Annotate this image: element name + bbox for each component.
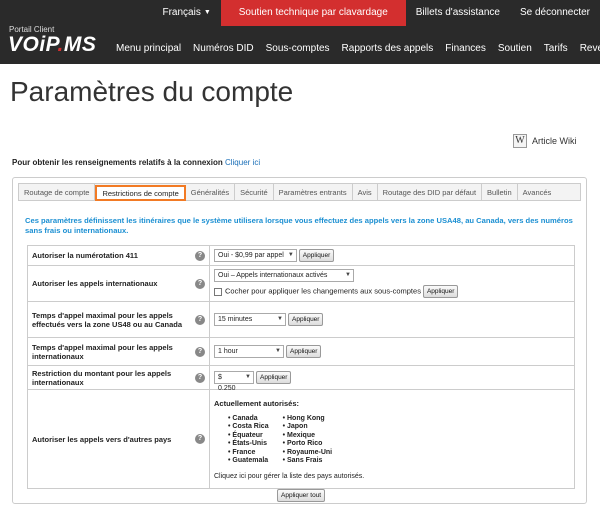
restrictions-table: Autoriser la numérotation 411? Oui - $0,… bbox=[27, 245, 575, 489]
chevron-down-icon: ▼ bbox=[245, 374, 251, 380]
help-icon[interactable]: ? bbox=[195, 434, 205, 444]
caret-down-icon: ▼ bbox=[203, 9, 211, 16]
tab-securite[interactable]: Sécurité bbox=[235, 184, 274, 200]
logout-link[interactable]: Se déconnecter bbox=[510, 0, 600, 26]
chevron-down-icon: ▼ bbox=[277, 316, 283, 322]
list-item: Sans Frais bbox=[283, 457, 333, 466]
nav-rapports-appels[interactable]: Rapports des appels bbox=[336, 38, 440, 60]
nav-revendeur[interactable]: Revendeur bbox=[574, 38, 600, 60]
chevron-down-icon: ▼ bbox=[345, 272, 351, 278]
table-row: Temps d'appel maximal pour les appels ef… bbox=[27, 301, 575, 338]
list-item: Costa Rica bbox=[228, 423, 268, 432]
tab-parametres-entrants[interactable]: Paramètres entrants bbox=[274, 184, 353, 200]
list-item: Mexique bbox=[283, 432, 333, 441]
list-item: États-Unis bbox=[228, 440, 269, 449]
nav-numeros-did[interactable]: Numéros DID bbox=[187, 38, 260, 60]
list-item: Guatemala bbox=[228, 457, 269, 466]
apply-411-button[interactable]: Appliquer bbox=[298, 249, 335, 262]
apply-amount-button[interactable]: Appliquer bbox=[256, 371, 292, 384]
apply-subaccounts-checkbox[interactable] bbox=[214, 287, 222, 296]
tab-bar: Routage de compte Restrictions de compte… bbox=[18, 183, 581, 201]
apply-max-usa-button[interactable]: Appliquer bbox=[288, 313, 324, 326]
tab-avances[interactable]: Avancés bbox=[518, 184, 557, 200]
apply-all-button[interactable]: Appliquer tout bbox=[277, 489, 326, 502]
main-nav: Menu principal Numéros DID Sous-comptes … bbox=[110, 38, 600, 60]
settings-panel: Routage de compte Restrictions de compte… bbox=[12, 177, 587, 504]
tab-routage-did-defaut[interactable]: Routage des DID par défaut bbox=[378, 184, 483, 200]
nav-menu-principal[interactable]: Menu principal bbox=[110, 38, 187, 60]
wiki-article-link[interactable]: W Article Wiki bbox=[513, 134, 577, 148]
table-row: Autoriser les appels internationaux? Oui… bbox=[27, 265, 575, 302]
restrictions-description: Ces paramètres définissent les itinérair… bbox=[25, 216, 573, 235]
allowed-countries-title: Actuellement autorisés: bbox=[214, 398, 300, 408]
row-label: Restriction du montant pour les appels i… bbox=[32, 368, 172, 387]
list-item: Équateur bbox=[228, 432, 269, 441]
login-info-link[interactable]: Cliquer ici bbox=[225, 158, 260, 167]
list-item: Japon bbox=[283, 423, 333, 432]
wiki-label: Article Wiki bbox=[532, 136, 577, 146]
list-item: France bbox=[228, 449, 269, 458]
help-icon[interactable]: ? bbox=[195, 250, 205, 261]
table-row: Restriction du montant pour les appels i… bbox=[27, 365, 575, 392]
row-label: Autoriser la numérotation 411 bbox=[32, 251, 138, 260]
list-item: Hong Kong bbox=[283, 415, 333, 424]
max-call-time-usa-select[interactable]: 15 minutes ▼ bbox=[214, 313, 286, 326]
max-call-time-intl-select[interactable]: 1 hour ▼ bbox=[214, 345, 284, 358]
utility-bar: Français ▼ Soutien technique par clavarda… bbox=[152, 0, 600, 26]
international-calls-select[interactable]: Oui – Appels internationaux activés ▼ bbox=[214, 269, 354, 282]
table-row: Autoriser la numérotation 411? Oui - $0,… bbox=[27, 245, 575, 266]
tab-routage-compte[interactable]: Routage de compte bbox=[19, 184, 96, 200]
row-label: Autoriser les appels vers d'autres pays bbox=[32, 434, 172, 444]
tab-generalites[interactable]: Généralités bbox=[186, 184, 236, 200]
apply-international-button[interactable]: Appliquer bbox=[422, 285, 459, 298]
wikipedia-icon: W bbox=[513, 134, 527, 148]
help-icon[interactable]: ? bbox=[195, 346, 205, 357]
language-selector[interactable]: Français ▼ bbox=[152, 0, 220, 26]
page-title: Paramètres du compte bbox=[10, 76, 294, 107]
apply-max-intl-button[interactable]: Appliquer bbox=[286, 345, 322, 358]
tab-bulletin[interactable]: Bulletin bbox=[482, 184, 518, 200]
row-label: Temps d'appel maximal pour les appels in… bbox=[32, 342, 173, 361]
nav-soutien[interactable]: Soutien bbox=[492, 38, 538, 60]
help-icon[interactable]: ? bbox=[195, 372, 205, 383]
help-icon[interactable]: ? bbox=[195, 314, 205, 325]
support-tickets-link[interactable]: Billets d'assistance bbox=[406, 0, 510, 26]
nav-sous-comptes[interactable]: Sous-comptes bbox=[260, 38, 336, 60]
manage-countries-link[interactable]: Cliquez ici pour gérer la liste des pays… bbox=[214, 473, 570, 480]
allowed-countries-list: Canada Costa Rica Équateur États-Unis Fr… bbox=[228, 415, 570, 466]
list-item: Porto Rico bbox=[283, 440, 333, 449]
top-header: Portail Client VOiP.MS Français ▼ Soutien… bbox=[0, 0, 600, 64]
live-chat-support-button[interactable]: Soutien technique par clavardage bbox=[220, 0, 406, 26]
login-info: Pour obtenir les renseignements relatifs… bbox=[12, 158, 261, 167]
tab-restrictions-compte[interactable]: Restrictions de compte bbox=[95, 185, 186, 201]
chevron-down-icon: ▼ bbox=[287, 252, 294, 258]
table-row: Temps d'appel maximal pour les appels in… bbox=[27, 337, 575, 366]
chevron-down-icon: ▼ bbox=[275, 348, 281, 354]
list-item: Canada bbox=[228, 415, 269, 424]
dial-411-select[interactable]: Oui - $0,99 par appel ▼ bbox=[214, 249, 297, 262]
row-label: Temps d'appel maximal pour les appels ef… bbox=[32, 310, 183, 329]
apply-subaccounts-label: Cocher pour appliquer les changements au… bbox=[225, 286, 421, 296]
nav-tarifs[interactable]: Tarifs bbox=[538, 38, 574, 60]
help-icon[interactable]: ? bbox=[195, 278, 205, 289]
table-row: Autoriser les appels vers d'autres pays?… bbox=[27, 389, 575, 489]
nav-finances[interactable]: Finances bbox=[439, 38, 492, 60]
row-label: Autoriser les appels internationaux bbox=[32, 279, 158, 288]
logo[interactable]: VOiP.MS bbox=[8, 33, 96, 57]
amount-restriction-select[interactable]: $ 0.250 ▼ bbox=[214, 371, 254, 392]
tab-avis[interactable]: Avis bbox=[353, 184, 378, 200]
list-item: Royaume-Uni bbox=[283, 449, 332, 458]
